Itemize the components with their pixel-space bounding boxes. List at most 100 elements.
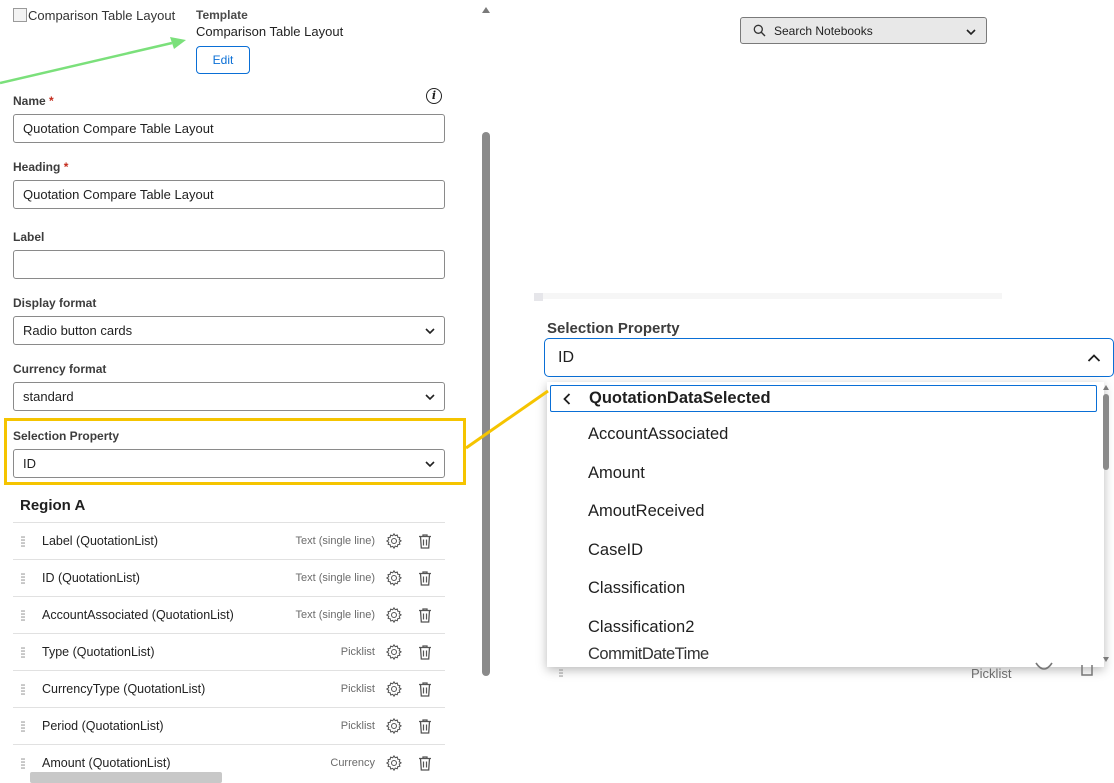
- zoom-selection-property-select[interactable]: ID: [544, 338, 1114, 377]
- chevron-down-icon: [425, 394, 435, 401]
- drag-handle-icon[interactable]: [21, 721, 25, 732]
- row-field-type: Text (single line): [295, 535, 375, 547]
- name-label: Name *: [13, 94, 54, 108]
- display-format-field: Display format Radio button cards: [13, 296, 445, 345]
- drag-handle-icon[interactable]: [21, 758, 25, 769]
- table-row: Label (QuotationList) Text (single line): [13, 522, 445, 559]
- list-item[interactable]: Classification: [588, 579, 685, 598]
- trash-icon[interactable]: [417, 755, 433, 772]
- search-notebooks-select[interactable]: Search Notebooks: [740, 17, 987, 44]
- scroll-down-arrow[interactable]: [1103, 657, 1109, 662]
- list-item[interactable]: CaseID: [588, 541, 643, 560]
- search-notebooks-placeholder: Search Notebooks: [774, 24, 873, 38]
- chevron-down-icon: [425, 328, 435, 335]
- label-field: Label: [13, 230, 445, 279]
- label-label: Label: [13, 230, 45, 244]
- row-field-name: Period (QuotationList): [42, 719, 164, 733]
- gear-icon[interactable]: [385, 532, 403, 550]
- row-field-name: ID (QuotationList): [42, 571, 140, 585]
- option-parent-back[interactable]: QuotationDataSelected: [550, 385, 1097, 412]
- drag-handle-icon[interactable]: [21, 647, 25, 658]
- search-icon: [753, 24, 766, 37]
- currency-format-value: standard: [23, 389, 74, 404]
- list-item-partially-visible[interactable]: CommitDateTime: [588, 645, 709, 664]
- gear-icon: [1035, 662, 1053, 670]
- gear-icon[interactable]: [385, 643, 403, 661]
- row-field-type: Picklist: [340, 646, 375, 658]
- list-item[interactable]: Classification2: [588, 618, 694, 637]
- gear-icon[interactable]: [385, 717, 403, 735]
- list-item[interactable]: Amount: [588, 464, 645, 483]
- drag-handle-icon[interactable]: [21, 684, 25, 695]
- table-row: Type (QuotationList) Picklist: [13, 633, 445, 670]
- region-field-list: Label (QuotationList) Text (single line)…: [13, 522, 445, 781]
- table-row: AccountAssociated (QuotationList) Text (…: [13, 596, 445, 633]
- trash-icon: [1081, 665, 1093, 676]
- template-block: Template Comparison Table Layout: [196, 8, 343, 39]
- row-field-name: CurrencyType (QuotationList): [42, 682, 206, 696]
- scroll-up-arrow[interactable]: [482, 7, 490, 13]
- table-row: CurrencyType (QuotationList) Picklist: [13, 670, 445, 707]
- trash-icon[interactable]: [417, 644, 433, 661]
- trash-icon[interactable]: [417, 533, 433, 550]
- region-title: Region A: [20, 497, 86, 514]
- chevron-down-icon: [966, 29, 976, 36]
- display-format-value: Radio button cards: [23, 323, 133, 338]
- selection-property-options-list: QuotationDataSelected AccountAssociated …: [547, 382, 1104, 667]
- row-field-name: Label (QuotationList): [42, 534, 159, 548]
- scroll-up-arrow[interactable]: [1103, 385, 1109, 390]
- drag-handle-icon: [559, 669, 563, 677]
- currency-format-label: Currency format: [13, 362, 107, 376]
- vertical-scrollbar-thumb[interactable]: [482, 132, 490, 676]
- underlying-row-fragment: Picklist: [547, 662, 1104, 683]
- options-scrollbar[interactable]: [1100, 382, 1114, 667]
- gear-icon[interactable]: [385, 606, 403, 624]
- heading-field: Heading * Quotation Compare Table Layout: [13, 160, 445, 209]
- name-input[interactable]: Quotation Compare Table Layout: [13, 114, 445, 143]
- chevron-left-icon: [563, 393, 571, 405]
- broken-image-icon: [13, 8, 27, 22]
- trash-icon[interactable]: [417, 718, 433, 735]
- label-input[interactable]: [13, 250, 445, 279]
- template-image-alt: Comparison Table Layout: [28, 8, 176, 23]
- drag-handle-icon[interactable]: [21, 610, 25, 621]
- gear-icon[interactable]: [385, 680, 403, 698]
- edit-template-button[interactable]: Edit: [196, 46, 250, 74]
- row-field-type: Currency: [330, 757, 375, 769]
- template-label: Template: [196, 8, 248, 22]
- trash-icon[interactable]: [417, 570, 433, 587]
- trash-icon[interactable]: [417, 607, 433, 624]
- display-format-select[interactable]: Radio button cards: [13, 316, 445, 345]
- row-field-name: Amount (QuotationList): [42, 756, 171, 770]
- callout-background-marker: [534, 293, 543, 301]
- selection-property-zoom-callout: Selection Property ID QuotationDataSelec…: [534, 293, 1114, 683]
- gear-icon[interactable]: [385, 754, 403, 772]
- row-field-type: Picklist: [971, 666, 1012, 681]
- drag-handle-icon[interactable]: [21, 573, 25, 584]
- row-field-name: AccountAssociated (QuotationList): [42, 608, 234, 622]
- trash-icon[interactable]: [417, 681, 433, 698]
- horizontal-scrollbar-thumb[interactable]: [30, 772, 222, 783]
- template-image: Comparison Table Layout: [13, 8, 175, 23]
- heading-input[interactable]: Quotation Compare Table Layout: [13, 180, 445, 209]
- row-field-name: Type (QuotationList): [42, 645, 155, 659]
- options-scrollbar-thumb[interactable]: [1103, 394, 1109, 470]
- row-field-type: Picklist: [340, 683, 375, 695]
- table-row: Period (QuotationList) Picklist: [13, 707, 445, 744]
- drag-handle-icon[interactable]: [21, 536, 25, 547]
- gear-icon[interactable]: [385, 569, 403, 587]
- list-item[interactable]: AccountAssociated: [588, 425, 728, 444]
- table-row: ID (QuotationList) Text (single line): [13, 559, 445, 596]
- row-field-type: Text (single line): [295, 572, 375, 584]
- currency-format-select[interactable]: standard: [13, 382, 445, 411]
- row-field-type: Picklist: [340, 720, 375, 732]
- heading-label: Heading *: [13, 160, 69, 174]
- list-item[interactable]: AmoutReceived: [588, 502, 704, 521]
- option-parent-label: QuotationDataSelected: [589, 389, 771, 407]
- row-field-type: Text (single line): [295, 609, 375, 621]
- display-format-label: Display format: [13, 296, 97, 310]
- selection-property-highlight: [4, 418, 466, 485]
- chevron-up-icon: [1087, 354, 1101, 362]
- currency-format-field: Currency format standard: [13, 362, 445, 411]
- callout-background-strip: [534, 293, 1002, 299]
